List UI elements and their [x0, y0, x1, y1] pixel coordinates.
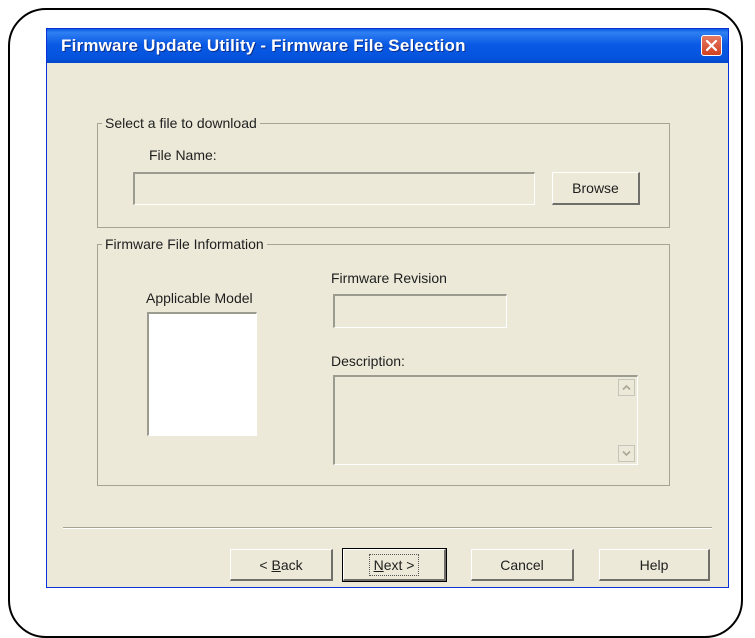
back-button[interactable]: < Back — [230, 549, 333, 581]
browse-button[interactable]: Browse — [552, 172, 640, 205]
dialog-window: Firmware Update Utility - Firmware File … — [46, 28, 729, 588]
description-textarea[interactable] — [333, 375, 638, 465]
file-name-input[interactable] — [133, 172, 535, 205]
scroll-up-button[interactable] — [618, 379, 635, 396]
firmware-revision-label: Firmware Revision — [331, 270, 447, 286]
title-bar: Firmware Update Utility - Firmware File … — [47, 29, 728, 63]
applicable-model-list[interactable] — [147, 312, 257, 436]
help-button[interactable]: Help — [599, 549, 710, 581]
chevron-up-icon — [622, 384, 631, 391]
file-selection-legend: Select a file to download — [102, 115, 260, 131]
chevron-down-icon — [622, 450, 631, 457]
firmware-revision-field — [333, 294, 507, 328]
applicable-model-label: Applicable Model — [146, 290, 253, 306]
button-separator — [63, 527, 712, 529]
next-button[interactable]: Next > — [342, 548, 447, 582]
window-title: Firmware Update Utility - Firmware File … — [61, 36, 466, 55]
close-icon — [705, 39, 718, 52]
file-name-label: File Name: — [149, 147, 217, 163]
firmware-info-legend: Firmware File Information — [102, 236, 267, 252]
description-scrollbar[interactable] — [618, 379, 635, 462]
scroll-down-button[interactable] — [618, 445, 635, 462]
cancel-button[interactable]: Cancel — [471, 549, 574, 581]
description-label: Description: — [331, 353, 405, 369]
close-button[interactable] — [701, 35, 722, 56]
